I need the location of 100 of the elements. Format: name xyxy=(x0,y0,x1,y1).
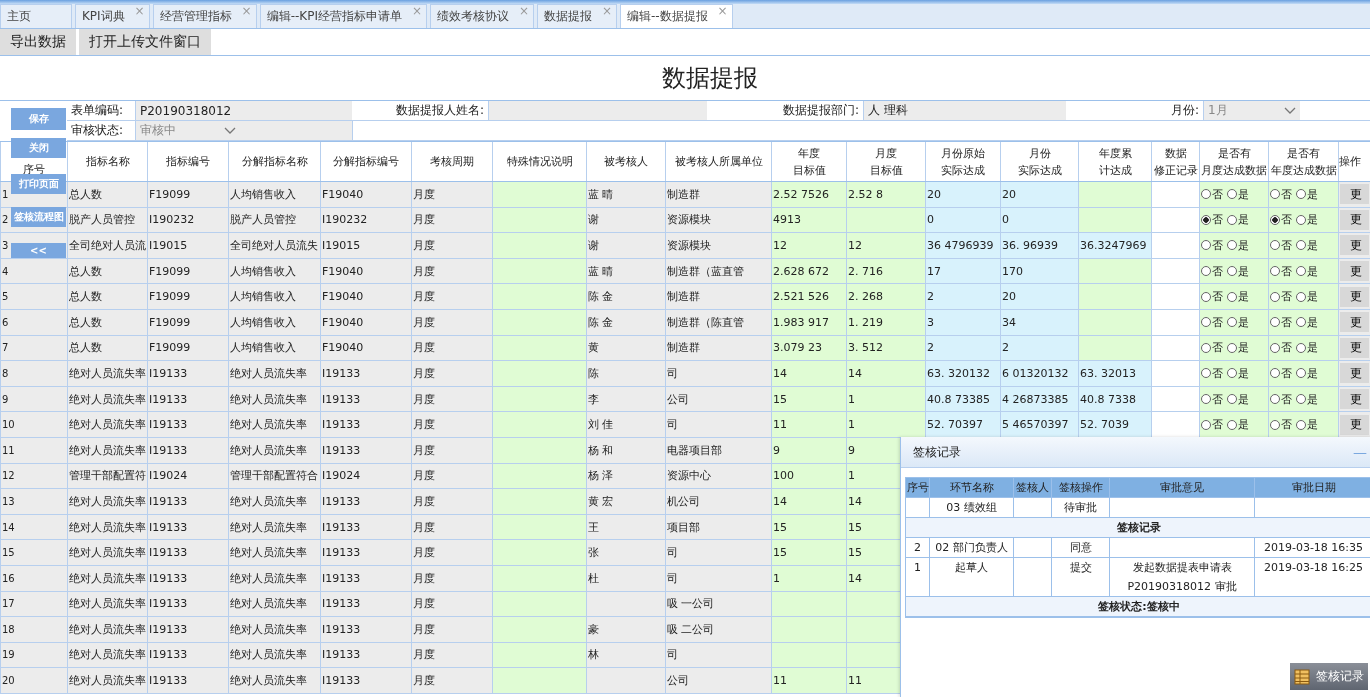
table-cell: 12 xyxy=(846,233,925,259)
tab[interactable]: KPI词典 × xyxy=(75,4,150,28)
radio-button[interactable]: 否 xyxy=(1201,340,1223,356)
radio-button[interactable]: 是 xyxy=(1296,391,1318,407)
radio-button[interactable]: 否 xyxy=(1270,314,1292,330)
table-cell: 3. 512 xyxy=(846,335,925,362)
radio-button[interactable]: 是 xyxy=(1296,186,1318,202)
update-button[interactable]: 更 xyxy=(1340,312,1369,333)
section-label: 签核状态:签核中 xyxy=(906,597,1370,617)
column-header: 分解指标名称 xyxy=(241,154,308,170)
radio-button[interactable]: 是 xyxy=(1296,340,1318,356)
radio-button[interactable]: 是 xyxy=(1227,314,1249,330)
radio-button[interactable]: 是 xyxy=(1296,238,1318,253)
table-cell: 月度 xyxy=(411,463,492,490)
radio-button[interactable]: 否 xyxy=(1201,186,1223,202)
radio-button[interactable]: 是 xyxy=(1296,289,1318,305)
radio-button[interactable]: 是 xyxy=(1227,417,1249,433)
table-cell: 绝对人员流失率 xyxy=(67,617,147,643)
table-cell: 管理干部配置符合 xyxy=(228,463,320,490)
radio-button[interactable]: 是 xyxy=(1227,289,1249,305)
table-cell: 52. 70397 xyxy=(925,412,1000,438)
column-header: 分解指标编号 xyxy=(333,154,399,170)
input-field[interactable] xyxy=(488,101,707,121)
tab[interactable]: 经营管理指标 × xyxy=(152,4,257,28)
radio-button[interactable]: 否 xyxy=(1201,365,1223,381)
radio-button[interactable]: 是 xyxy=(1227,263,1249,279)
radio-button[interactable]: 是 xyxy=(1227,365,1249,381)
radio-button[interactable]: 否 xyxy=(1201,212,1223,228)
radio-button[interactable]: 否 xyxy=(1201,417,1223,433)
radio-button[interactable]: 是 xyxy=(1227,340,1249,356)
table-cell: 2 xyxy=(925,284,1000,310)
tab[interactable]: 主页 xyxy=(0,4,72,28)
table-cell: 15 xyxy=(771,540,846,566)
table-cell: 总人数 xyxy=(67,284,147,310)
update-button[interactable]: 更 xyxy=(1340,414,1369,435)
update-button[interactable]: 更 xyxy=(1340,261,1369,282)
table-cell: 人均销售收入 xyxy=(228,258,320,285)
update-button[interactable]: 更 xyxy=(1340,363,1369,384)
table-cell: 脱产人员管控 xyxy=(228,207,320,234)
input-field[interactable]: P20190318012 xyxy=(135,101,352,121)
radio-button[interactable]: 是 xyxy=(1296,365,1318,381)
column-header: 指标名称 xyxy=(85,154,130,170)
radio-button[interactable]: 是 xyxy=(1296,263,1318,279)
radio-button[interactable]: 否 xyxy=(1270,340,1292,356)
table-cell: 0 xyxy=(925,207,1000,234)
table-cell: 15 xyxy=(771,386,846,413)
update-button[interactable]: 更 xyxy=(1340,286,1369,307)
table-cell: 10 xyxy=(0,412,67,438)
records-button[interactable]: 签核记录 xyxy=(1290,663,1368,690)
radio-button[interactable]: 是 xyxy=(1227,212,1249,228)
table-cell: 36. 96939 xyxy=(1000,233,1078,259)
column-header: 月份 xyxy=(1028,145,1051,162)
table-cell: 13 xyxy=(0,489,67,515)
radio-button[interactable]: 是 xyxy=(1227,391,1249,407)
update-button[interactable]: 更 xyxy=(1340,389,1369,410)
table-cell: 14 xyxy=(846,361,925,387)
table-cell: 14 xyxy=(771,361,846,387)
radio-button[interactable]: 否 xyxy=(1201,314,1223,330)
table-cell: 人均销售收入 xyxy=(228,284,320,310)
table-cell: 绝对人员流失率 xyxy=(228,437,320,464)
table-cell: 20 xyxy=(1000,182,1078,208)
table-cell: 司 xyxy=(665,565,771,592)
radio-button[interactable]: 否 xyxy=(1201,238,1223,253)
radio-button[interactable]: 是 xyxy=(1296,314,1318,330)
update-button[interactable]: 更 xyxy=(1340,184,1369,205)
radio-button[interactable]: 否 xyxy=(1270,289,1292,305)
table-cell: 总人数 xyxy=(67,182,147,208)
column-header: 数据 xyxy=(1164,145,1187,162)
radio-button[interactable]: 是 xyxy=(1227,186,1249,202)
toolbar-button[interactable]: 导出数据 xyxy=(0,29,76,55)
radio-button[interactable]: 否 xyxy=(1270,391,1292,407)
tab[interactable]: 编辑--数据提报 × xyxy=(619,4,733,28)
table-cell: 绝对人员流失率 xyxy=(67,565,147,592)
radio-button[interactable]: 否 xyxy=(1270,186,1292,202)
input-field[interactable]: 人 理科 xyxy=(863,101,1066,121)
tab[interactable]: 数据提报 × xyxy=(536,4,617,28)
update-button[interactable]: 更 xyxy=(1340,235,1369,256)
table-cell: 总人数 xyxy=(67,309,147,336)
table-cell: 34 xyxy=(1000,309,1078,336)
tab[interactable]: 绩效考核协议 × xyxy=(429,4,534,28)
update-button[interactable]: 更 xyxy=(1340,337,1369,358)
radio-button[interactable]: 否 xyxy=(1270,365,1292,381)
radio-button[interactable]: 是 xyxy=(1227,238,1249,253)
radio-button[interactable]: 否 xyxy=(1270,212,1292,228)
table-cell: 绝对人员流失率 xyxy=(67,412,147,438)
toolbar-button[interactable]: 打开上传文件窗口 xyxy=(79,29,211,55)
radio-button[interactable]: 否 xyxy=(1270,417,1292,433)
table-cell: 9 xyxy=(771,437,846,464)
radio-button[interactable]: 否 xyxy=(1201,289,1223,305)
radio-button[interactable]: 否 xyxy=(1201,263,1223,279)
table-cell: I19024 xyxy=(147,463,228,490)
radio-button[interactable]: 否 xyxy=(1201,391,1223,407)
radio-button[interactable]: 是 xyxy=(1296,212,1318,228)
table-cell: 36 4796939 xyxy=(925,233,1000,259)
radio-button[interactable]: 是 xyxy=(1296,417,1318,433)
table-cell: 02 部门负责人 xyxy=(929,538,1013,558)
radio-button[interactable]: 否 xyxy=(1270,263,1292,279)
tab[interactable]: 编辑--KPI经营指标申请单 × xyxy=(259,4,427,28)
radio-button[interactable]: 否 xyxy=(1270,238,1292,253)
update-button[interactable]: 更 xyxy=(1340,209,1369,230)
